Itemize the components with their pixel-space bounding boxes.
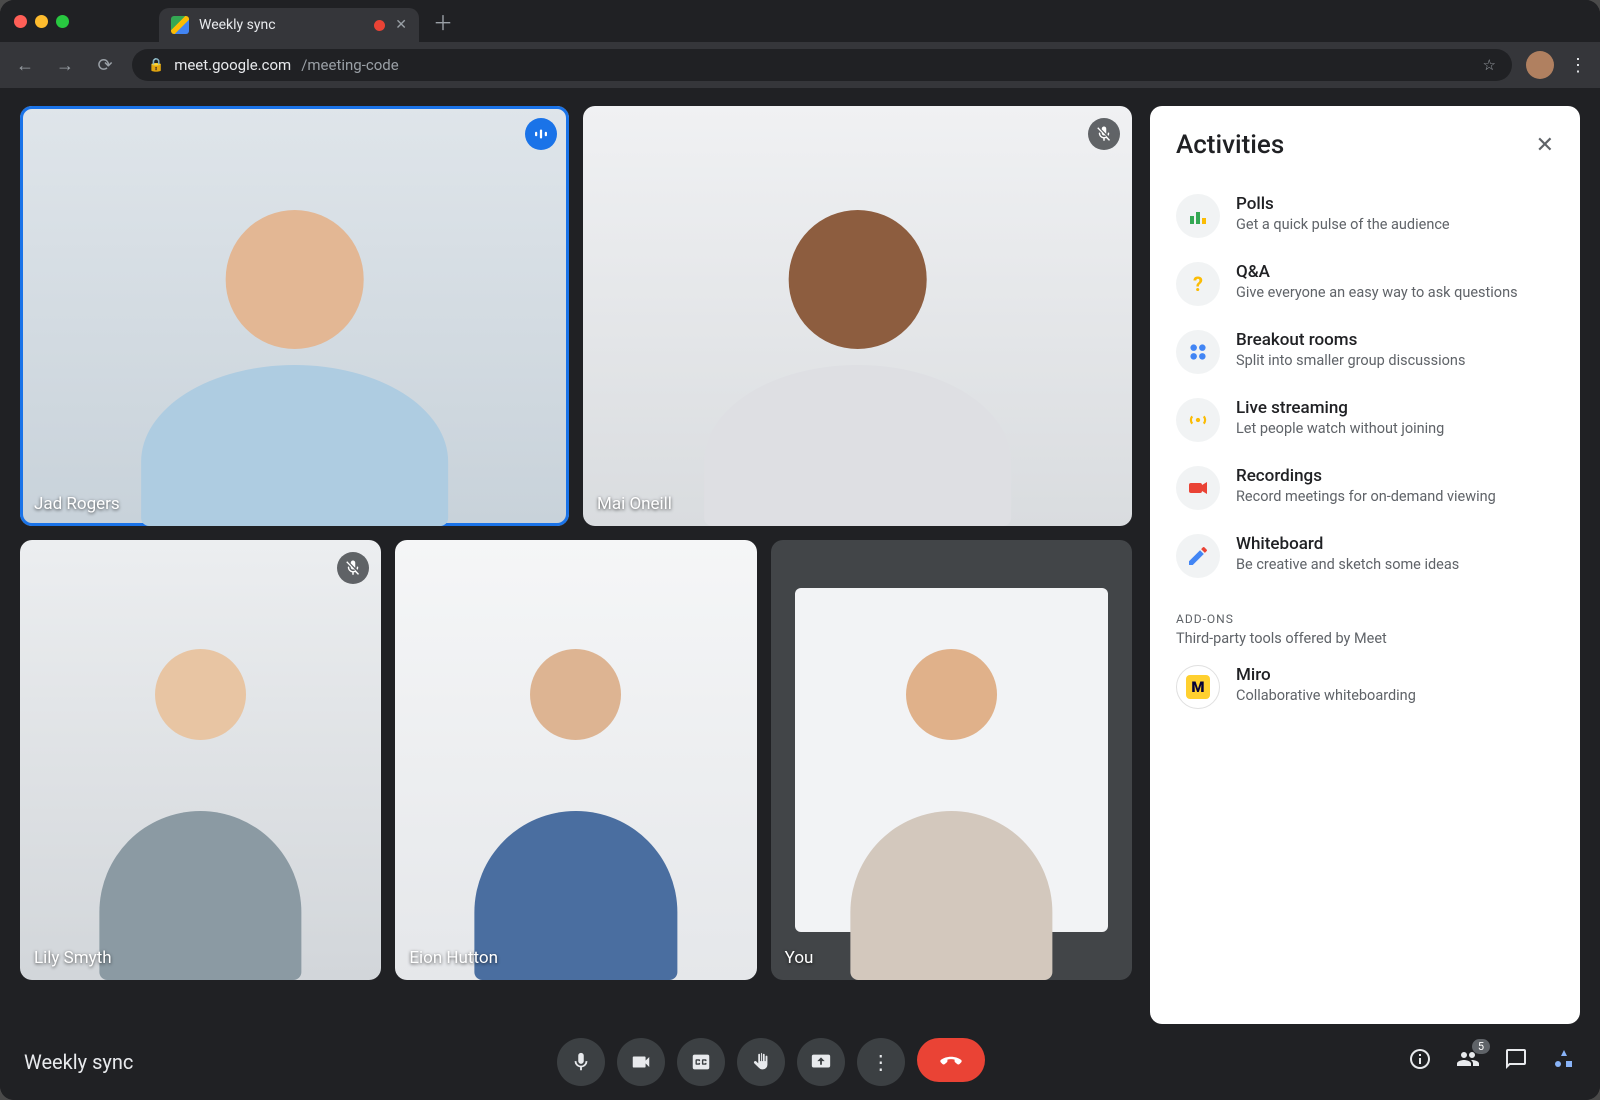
speaking-indicator-icon: [525, 118, 557, 150]
url-path: /meeting-code: [301, 56, 398, 74]
participants-button[interactable]: 5: [1456, 1047, 1480, 1077]
tab-strip: Weekly sync ✕: [159, 8, 419, 42]
activity-live-streaming[interactable]: Live streaming Let people watch without …: [1176, 386, 1554, 454]
muted-icon: [1088, 118, 1120, 150]
activity-desc: Split into smaller group discussions: [1236, 352, 1465, 369]
meeting-name: Weekly sync: [24, 1050, 133, 1074]
browser-window: Weekly sync ✕ ＋ ← → ⟳ 🔒 meet.google.com/…: [0, 0, 1600, 1100]
back-button[interactable]: ←: [12, 55, 38, 76]
breakout-icon: [1176, 330, 1220, 374]
forward-button[interactable]: →: [52, 55, 78, 76]
activity-whiteboard[interactable]: Whiteboard Be creative and sketch some i…: [1176, 522, 1554, 590]
activity-desc: Get a quick pulse of the audience: [1236, 216, 1450, 233]
qa-icon: ?: [1176, 262, 1220, 306]
bookmark-button[interactable]: ☆: [1483, 56, 1496, 74]
participant-name: Lily Smyth: [34, 948, 112, 968]
record-icon: [1176, 466, 1220, 510]
participant-tile-you[interactable]: You: [771, 540, 1132, 980]
meeting-details-button[interactable]: [1408, 1047, 1432, 1077]
activity-breakout-rooms[interactable]: Breakout rooms Split into smaller group …: [1176, 318, 1554, 386]
stream-icon: [1176, 398, 1220, 442]
activity-title: Whiteboard: [1236, 534, 1459, 554]
window-controls: [14, 15, 69, 28]
panel-title: Activities: [1176, 130, 1284, 160]
minimize-window-button[interactable]: [35, 15, 48, 28]
participant-count-badge: 5: [1472, 1039, 1490, 1054]
participant-tile-eion-hutton[interactable]: Eion Hutton: [395, 540, 756, 980]
video-grid: Jad Rogers Mai Oneill Lily Smyth: [20, 106, 1132, 1024]
activities-panel: Activities ✕ Polls Get a quick pulse of …: [1150, 106, 1580, 1024]
polls-icon: [1176, 194, 1220, 238]
profile-avatar[interactable]: [1526, 51, 1554, 79]
call-controls: ⋮: [557, 1038, 985, 1086]
maximize-window-button[interactable]: [56, 15, 69, 28]
leave-call-button[interactable]: [917, 1038, 985, 1082]
participant-tile-lily-smyth[interactable]: Lily Smyth: [20, 540, 381, 980]
raise-hand-button[interactable]: [737, 1038, 785, 1086]
activity-title: Breakout rooms: [1236, 330, 1465, 350]
addons-section-label: ADD-ONS: [1176, 612, 1554, 626]
participant-name: You: [785, 948, 814, 968]
activity-title: Recordings: [1236, 466, 1496, 486]
addons-section-sub: Third-party tools offered by Meet: [1176, 630, 1554, 647]
participant-name: Jad Rogers: [34, 494, 120, 514]
new-tab-button[interactable]: ＋: [433, 7, 453, 36]
activities-button[interactable]: [1552, 1047, 1576, 1077]
miro-icon: M: [1176, 665, 1220, 709]
video-row-top: Jad Rogers Mai Oneill: [20, 106, 1132, 526]
bottom-bar: Weekly sync ⋮: [0, 1024, 1600, 1100]
participant-name: Mai Oneill: [597, 494, 672, 514]
close-tab-button[interactable]: ✕: [395, 17, 407, 33]
activity-qa[interactable]: ? Q&A Give everyone an easy way to ask q…: [1176, 250, 1554, 318]
more-options-button[interactable]: ⋮: [857, 1038, 905, 1086]
present-screen-button[interactable]: [797, 1038, 845, 1086]
activity-desc: Record meetings for on-demand viewing: [1236, 488, 1496, 505]
url-host: meet.google.com: [174, 56, 291, 74]
participant-name: Eion Hutton: [409, 948, 498, 968]
browser-menu-button[interactable]: ⋮: [1568, 55, 1588, 76]
address-bar[interactable]: 🔒 meet.google.com/meeting-code ☆: [132, 49, 1512, 81]
meet-favicon-icon: [171, 16, 189, 34]
participant-tile-mai-oneill[interactable]: Mai Oneill: [583, 106, 1132, 526]
addon-title: Miro: [1236, 665, 1416, 685]
chat-button[interactable]: [1504, 1047, 1528, 1077]
titlebar: Weekly sync ✕ ＋: [0, 0, 1600, 42]
browser-toolbar: ← → ⟳ 🔒 meet.google.com/meeting-code ☆ ⋮: [0, 42, 1600, 88]
camera-toggle-button[interactable]: [617, 1038, 665, 1086]
activity-desc: Be creative and sketch some ideas: [1236, 556, 1459, 573]
bottom-right-icons: 5: [1408, 1047, 1576, 1077]
close-window-button[interactable]: [14, 15, 27, 28]
recording-indicator-icon: [374, 20, 385, 31]
activity-polls[interactable]: Polls Get a quick pulse of the audience: [1176, 182, 1554, 250]
participant-tile-jad-rogers[interactable]: Jad Rogers: [20, 106, 569, 526]
video-row-bottom: Lily Smyth Eion Hutton You: [20, 540, 1132, 980]
reload-button[interactable]: ⟳: [92, 55, 118, 76]
activity-desc: Give everyone an easy way to ask questio…: [1236, 284, 1518, 301]
close-panel-button[interactable]: ✕: [1536, 133, 1554, 158]
activity-title: Live streaming: [1236, 398, 1444, 418]
addon-desc: Collaborative whiteboarding: [1236, 687, 1416, 704]
addon-miro[interactable]: M Miro Collaborative whiteboarding: [1176, 653, 1554, 721]
whiteboard-icon: [1176, 534, 1220, 578]
browser-tab[interactable]: Weekly sync ✕: [159, 8, 419, 42]
activity-recordings[interactable]: Recordings Record meetings for on-demand…: [1176, 454, 1554, 522]
activity-title: Polls: [1236, 194, 1450, 214]
lock-icon: 🔒: [148, 58, 164, 73]
svg-text:?: ?: [1193, 272, 1203, 296]
tab-title: Weekly sync: [199, 17, 276, 33]
activity-title: Q&A: [1236, 262, 1518, 282]
meeting-main-area: Jad Rogers Mai Oneill Lily Smyth: [0, 88, 1600, 1024]
captions-button[interactable]: [677, 1038, 725, 1086]
activity-desc: Let people watch without joining: [1236, 420, 1444, 437]
mic-toggle-button[interactable]: [557, 1038, 605, 1086]
muted-icon: [337, 552, 369, 584]
